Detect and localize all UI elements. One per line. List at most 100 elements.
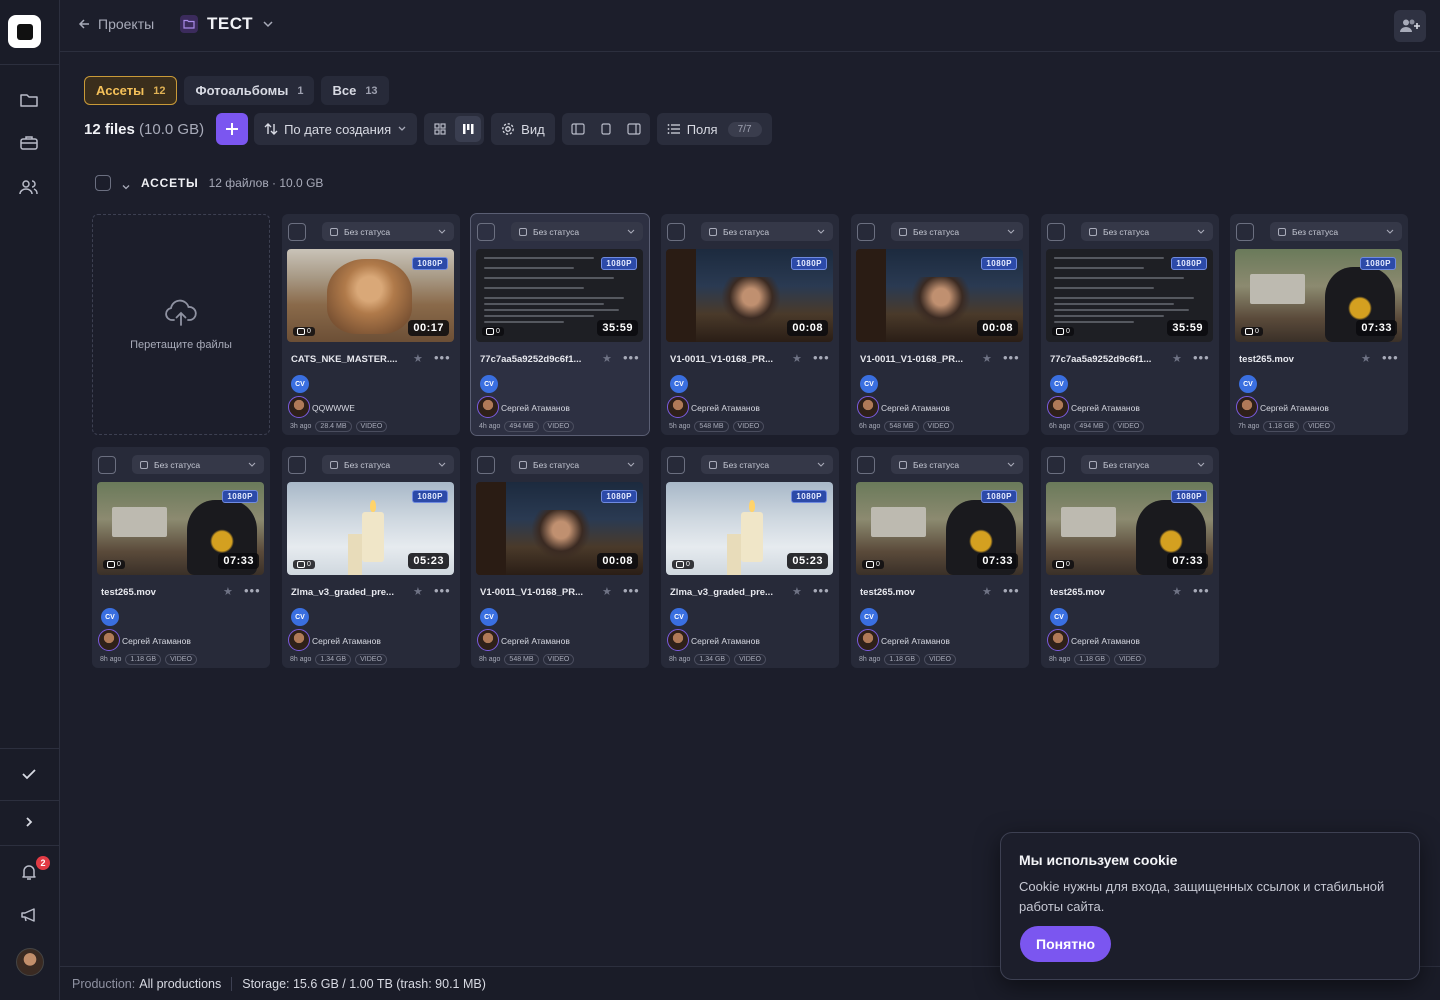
status-dropdown[interactable]: Без статуса <box>132 455 264 474</box>
asset-select-checkbox[interactable] <box>477 223 495 241</box>
asset-select-checkbox[interactable] <box>98 456 116 474</box>
status-dropdown[interactable]: Без статуса <box>701 455 833 474</box>
asset-filename[interactable]: Zlma_v3_graded_pre... <box>291 587 406 598</box>
asset-thumbnail[interactable]: 1080P 0 00:08 <box>666 249 833 342</box>
more-options-icon[interactable]: ••• <box>434 350 451 365</box>
masonry-view-button[interactable] <box>455 116 482 142</box>
star-icon[interactable]: ★ <box>1172 352 1182 365</box>
users-icon[interactable] <box>18 176 40 198</box>
status-dropdown[interactable]: Без статуса <box>1081 455 1213 474</box>
asset-thumbnail[interactable]: 1080P 0 35:59 <box>1046 249 1213 342</box>
asset-thumbnail[interactable]: 1080P 0 07:33 <box>856 482 1023 575</box>
star-icon[interactable]: ★ <box>1361 352 1371 365</box>
more-options-icon[interactable]: ••• <box>1382 350 1399 365</box>
tab-photo-albums[interactable]: Фотоальбомы 1 <box>184 76 315 105</box>
asset-select-checkbox[interactable] <box>288 223 306 241</box>
asset-filename[interactable]: 77c7aa5a9252d9c6f1... <box>1050 354 1165 365</box>
status-dropdown[interactable]: Без статуса <box>1270 222 1402 241</box>
asset-filename[interactable]: test265.mov <box>101 587 216 598</box>
star-icon[interactable]: ★ <box>223 585 233 598</box>
asset-select-checkbox[interactable] <box>1047 223 1065 241</box>
asset-filename[interactable]: Zlma_v3_graded_pre... <box>670 587 785 598</box>
group-select-checkbox[interactable] <box>95 175 111 191</box>
fields-button[interactable]: Поля 7/7 <box>656 113 772 145</box>
more-options-icon[interactable]: ••• <box>1003 583 1020 598</box>
more-options-icon[interactable]: ••• <box>1193 350 1210 365</box>
chevron-right-icon[interactable] <box>18 811 40 833</box>
folder-icon[interactable] <box>18 89 40 111</box>
single-panel-button[interactable] <box>593 116 619 142</box>
asset-select-checkbox[interactable] <box>1236 223 1254 241</box>
asset-thumbnail[interactable]: 1080P 0 35:59 <box>476 249 643 342</box>
asset-select-checkbox[interactable] <box>857 456 875 474</box>
asset-thumbnail[interactable]: 1080P 0 05:23 <box>287 482 454 575</box>
status-dropdown[interactable]: Без статуса <box>891 222 1023 241</box>
star-icon[interactable]: ★ <box>413 352 423 365</box>
asset-select-checkbox[interactable] <box>667 456 685 474</box>
asset-card[interactable]: Без статуса 1080P 0 05:23 Zlma_v3_graded… <box>661 447 839 668</box>
asset-select-checkbox[interactable] <box>288 456 306 474</box>
asset-card[interactable]: Без статуса 1080P 0 00:08 V1-0011_V1-016… <box>661 214 839 435</box>
left-panel-button[interactable] <box>565 116 591 142</box>
asset-filename[interactable]: test265.mov <box>860 587 975 598</box>
status-dropdown[interactable]: Без статуса <box>511 455 643 474</box>
more-options-icon[interactable]: ••• <box>244 583 261 598</box>
asset-card[interactable]: Без статуса 1080P 1 00:08 V1-0011_V1-016… <box>471 447 649 668</box>
back-to-projects-link[interactable]: Проекты <box>78 16 154 32</box>
project-selector[interactable]: ТЕСТ <box>180 14 274 34</box>
sort-button[interactable]: По дате создания <box>254 113 418 145</box>
asset-card[interactable]: Без статуса 1080P 0 07:33 test265.mov ★ … <box>92 447 270 668</box>
production-value[interactable]: All productions <box>139 977 221 991</box>
asset-thumbnail[interactable]: 1080P 0 05:23 <box>666 482 833 575</box>
asset-filename[interactable]: CATS_NKE_MASTER.... <box>291 354 406 365</box>
asset-card[interactable]: Без статуса 1080P 0 00:17 CATS_NKE_MASTE… <box>282 214 460 435</box>
more-options-icon[interactable]: ••• <box>434 583 451 598</box>
star-icon[interactable]: ★ <box>1172 585 1182 598</box>
status-dropdown[interactable]: Без статуса <box>1081 222 1213 241</box>
chevron-down-icon[interactable] <box>121 184 131 191</box>
star-icon[interactable]: ★ <box>982 585 992 598</box>
asset-card[interactable]: Без статуса 1080P 0 07:33 test265.mov ★ … <box>1230 214 1408 435</box>
asset-card[interactable]: Без статуса 1080P 0 35:59 77c7aa5a9252d9… <box>470 213 650 436</box>
asset-filename[interactable]: V1-0011_V1-0168_PR... <box>670 354 785 365</box>
more-options-icon[interactable]: ••• <box>813 583 830 598</box>
asset-select-checkbox[interactable] <box>667 223 685 241</box>
asset-filename[interactable]: 77c7aa5a9252d9c6f1... <box>480 354 595 365</box>
star-icon[interactable]: ★ <box>982 352 992 365</box>
more-options-icon[interactable]: ••• <box>1193 583 1210 598</box>
asset-thumbnail[interactable]: 1080P 1 00:08 <box>476 482 643 575</box>
more-options-icon[interactable]: ••• <box>623 583 640 598</box>
status-dropdown[interactable]: Без статуса <box>322 222 454 241</box>
user-avatar[interactable] <box>16 948 44 976</box>
asset-select-checkbox[interactable] <box>1047 456 1065 474</box>
add-button[interactable] <box>216 113 249 145</box>
star-icon[interactable]: ★ <box>602 585 612 598</box>
status-dropdown[interactable]: Без статуса <box>322 455 454 474</box>
asset-filename[interactable]: V1-0011_V1-0168_PR... <box>860 354 975 365</box>
star-icon[interactable]: ★ <box>792 585 802 598</box>
grid-view-button[interactable] <box>427 116 453 142</box>
tab-all[interactable]: Все 13 <box>321 76 389 105</box>
asset-card[interactable]: Без статуса 1080P 0 05:23 Zlma_v3_graded… <box>282 447 460 668</box>
status-dropdown[interactable]: Без статуса <box>511 222 643 241</box>
star-icon[interactable]: ★ <box>602 352 612 365</box>
app-logo[interactable] <box>8 15 41 48</box>
asset-card[interactable]: Без статуса 1080P 0 07:33 test265.mov ★ … <box>1041 447 1219 668</box>
more-options-icon[interactable]: ••• <box>623 350 640 365</box>
tab-assets[interactable]: Ассеты 12 <box>84 76 178 105</box>
view-settings-button[interactable]: Вид <box>491 113 555 145</box>
megaphone-icon[interactable] <box>18 904 40 926</box>
upload-dropzone[interactable]: Перетащите файлы <box>92 214 270 435</box>
asset-thumbnail[interactable]: 1080P 0 07:33 <box>1235 249 1402 342</box>
status-dropdown[interactable]: Без статуса <box>891 455 1023 474</box>
asset-thumbnail[interactable]: 1080P 0 00:17 <box>287 249 454 342</box>
add-user-button[interactable] <box>1394 10 1426 42</box>
asset-card[interactable]: Без статуса 1080P 0 00:08 V1-0011_V1-016… <box>851 214 1029 435</box>
more-options-icon[interactable]: ••• <box>813 350 830 365</box>
star-icon[interactable]: ★ <box>792 352 802 365</box>
asset-filename[interactable]: test265.mov <box>1050 587 1165 598</box>
asset-select-checkbox[interactable] <box>857 223 875 241</box>
asset-card[interactable]: Без статуса 1080P 0 07:33 test265.mov ★ … <box>851 447 1029 668</box>
asset-thumbnail[interactable]: 1080P 0 07:33 <box>1046 482 1213 575</box>
cookie-accept-button[interactable]: Понятно <box>1020 926 1112 962</box>
